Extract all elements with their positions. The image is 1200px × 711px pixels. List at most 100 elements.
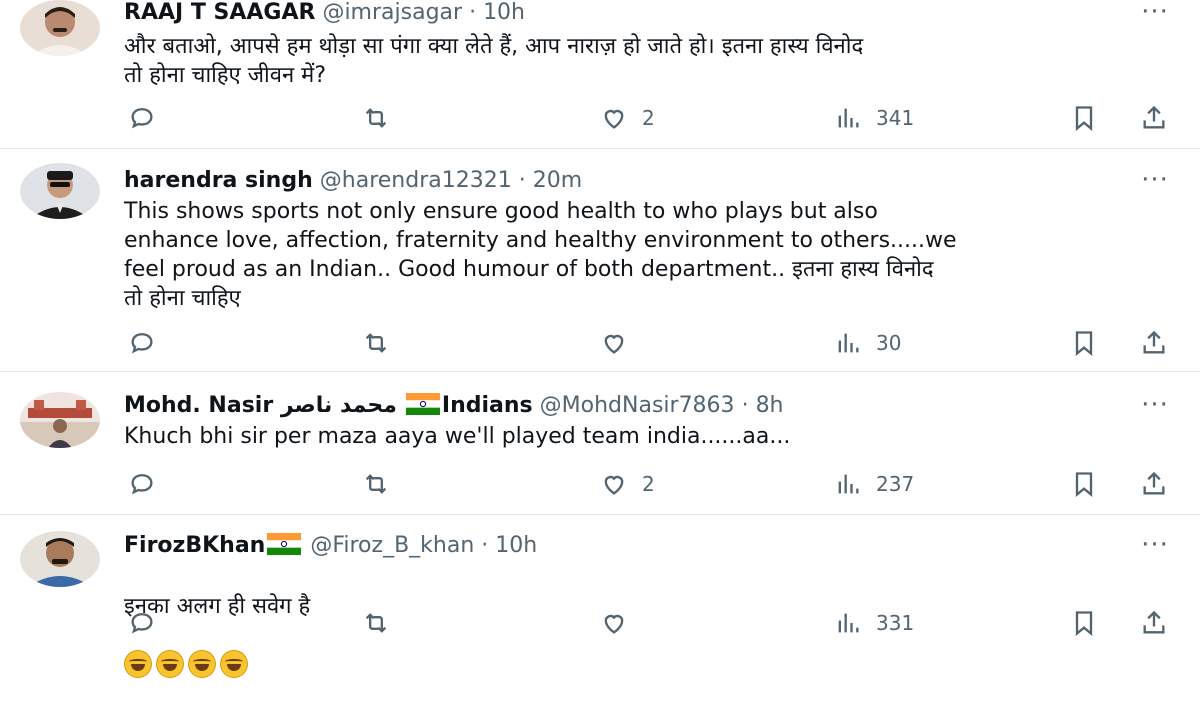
tweet-header: harendra singh @harendra12321 · 20m <box>124 166 1140 196</box>
heart-icon <box>604 334 624 354</box>
bookmark-button[interactable] <box>1070 464 1098 504</box>
views-button[interactable]: 341 <box>834 98 914 138</box>
reply-button[interactable] <box>128 98 170 138</box>
timestamp[interactable]: 8h <box>756 393 784 418</box>
bookmark-icon <box>1075 106 1093 131</box>
bookmark-icon <box>1075 331 1093 356</box>
rofl-emoji-icon <box>124 650 152 678</box>
like-button[interactable]: 2 <box>600 98 655 138</box>
share-button[interactable] <box>1140 323 1168 363</box>
bookmark-button[interactable] <box>1070 603 1098 643</box>
author-name-suffix[interactable]: Indians <box>442 393 533 418</box>
tweet-text: Khuch bhi sir per maza aaya we'll played… <box>124 424 791 449</box>
bookmark-icon <box>1075 472 1093 497</box>
views-icon <box>838 474 859 494</box>
bookmark-icon <box>1075 611 1093 636</box>
share-icon <box>1143 610 1165 634</box>
separator: · <box>481 533 489 558</box>
avatar[interactable] <box>20 531 100 587</box>
author-name[interactable]: FirozBKhan <box>124 533 265 558</box>
tweet-actions: 331 <box>120 603 1180 643</box>
tweet-header: Mohd. Nasir محمد ناصر Indians @MohdNasir… <box>124 391 1140 421</box>
avatar[interactable] <box>20 163 100 219</box>
tweet-1[interactable]: RAAJ T SAAGAR @imrajsagar · 10h ··· और ब… <box>0 0 1200 149</box>
reply-icon <box>131 474 153 495</box>
separator: · <box>469 0 477 25</box>
like-count: 2 <box>642 472 655 496</box>
retweet-button[interactable] <box>362 464 404 504</box>
avatar[interactable] <box>20 392 100 448</box>
author-name[interactable]: RAAJ T SAAGAR <box>124 0 315 25</box>
author-name[interactable]: harendra singh <box>124 168 313 193</box>
share-button[interactable] <box>1140 603 1168 643</box>
retweet-button[interactable] <box>362 323 404 363</box>
retweet-icon <box>365 474 387 494</box>
like-button[interactable] <box>600 323 642 363</box>
heart-icon <box>604 614 624 634</box>
views-icon <box>838 108 859 128</box>
tweet-2[interactable]: harendra singh @harendra12321 · 20m ··· … <box>0 149 1200 372</box>
author-handle[interactable]: @harendra12321 <box>320 168 512 193</box>
tweet-4[interactable]: FirozBKhan @Firoz_B_khan · 10h ··· इनका … <box>0 515 1200 678</box>
author-name[interactable]: Mohd. Nasir محمد ناصر <box>124 393 397 418</box>
author-handle[interactable]: @imrajsagar <box>322 0 462 25</box>
retweet-button[interactable] <box>362 603 404 643</box>
rofl-emoji-icon <box>188 650 216 678</box>
rofl-emoji-icon <box>220 650 248 678</box>
retweet-button[interactable] <box>362 98 404 138</box>
views-button[interactable]: 237 <box>834 464 914 504</box>
tweet-header: RAAJ T SAAGAR @imrajsagar · 10h <box>124 0 1140 28</box>
laughing-emoji-group <box>124 650 252 680</box>
india-flag-icon <box>405 393 440 415</box>
like-count: 2 <box>642 106 655 130</box>
tweet-actions: 2 237 <box>120 464 1180 504</box>
more-icon[interactable]: ··· <box>1138 0 1172 32</box>
author-handle[interactable]: @Firoz_B_khan <box>310 533 474 558</box>
like-button[interactable] <box>600 603 642 643</box>
share-icon <box>1143 471 1165 495</box>
more-icon[interactable]: ··· <box>1138 532 1172 565</box>
share-icon <box>1143 330 1165 354</box>
tweet-header: FirozBKhan @Firoz_B_khan · 10h <box>124 531 1140 561</box>
avatar[interactable] <box>20 0 100 56</box>
more-icon[interactable]: ··· <box>1138 167 1172 200</box>
retweet-icon <box>365 613 387 633</box>
heart-icon <box>604 475 624 495</box>
views-icon <box>838 333 859 353</box>
author-handle[interactable]: @MohdNasir7863 <box>540 393 735 418</box>
share-button[interactable] <box>1140 98 1168 138</box>
retweet-icon <box>365 108 387 128</box>
separator: · <box>518 168 526 193</box>
rofl-emoji-icon <box>156 650 184 678</box>
reply-icon <box>131 333 153 354</box>
retweet-icon <box>365 333 387 353</box>
reply-button[interactable] <box>128 323 170 363</box>
reply-icon <box>131 613 153 634</box>
timestamp[interactable]: 10h <box>483 0 525 25</box>
india-flag-icon <box>267 533 302 555</box>
views-icon <box>838 613 859 633</box>
timestamp[interactable]: 20m <box>533 168 582 193</box>
share-icon <box>1143 105 1165 129</box>
views-button[interactable]: 30 <box>834 323 901 363</box>
view-count: 237 <box>876 472 915 496</box>
tweet-actions: 2 341 <box>120 98 1180 138</box>
tweet-text: और बताओ, आपसे हम थोड़ा सा पंगा क्या लेते… <box>124 34 864 88</box>
tweet-text: This shows sports not only ensure good h… <box>124 199 957 311</box>
views-button[interactable]: 331 <box>834 603 914 643</box>
view-count: 30 <box>876 331 902 355</box>
more-icon[interactable]: ··· <box>1138 392 1172 425</box>
reply-button[interactable] <box>128 464 170 504</box>
like-button[interactable]: 2 <box>600 464 655 504</box>
view-count: 341 <box>876 106 915 130</box>
bookmark-button[interactable] <box>1070 323 1098 363</box>
tweet-actions: 30 <box>120 323 1180 363</box>
share-button[interactable] <box>1140 464 1168 504</box>
timestamp[interactable]: 10h <box>495 533 537 558</box>
bookmark-button[interactable] <box>1070 98 1098 138</box>
separator: · <box>741 393 749 418</box>
tweet-3[interactable]: Mohd. Nasir محمد ناصر Indians @MohdNasir… <box>0 372 1200 515</box>
view-count: 331 <box>876 611 915 635</box>
heart-icon <box>604 109 624 129</box>
reply-button[interactable] <box>128 603 170 643</box>
